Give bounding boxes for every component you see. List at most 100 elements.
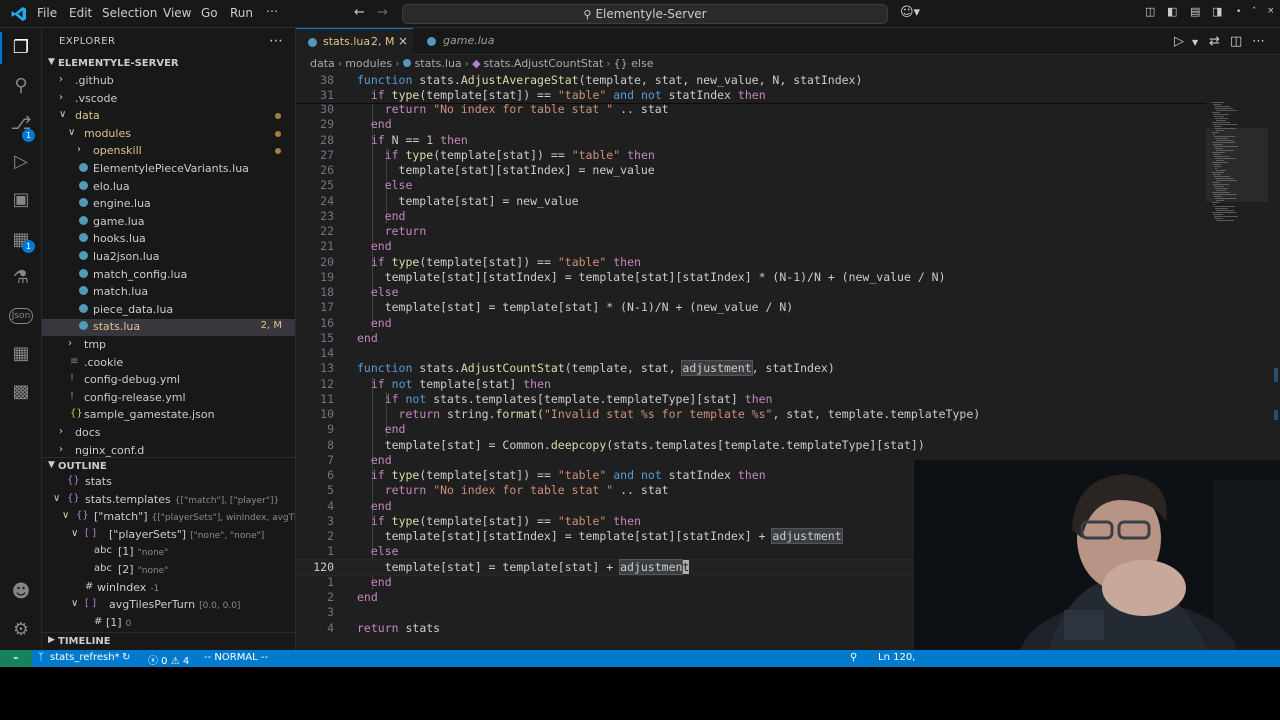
tree-item[interactable]: hooks.lua bbox=[42, 231, 295, 248]
tree-item[interactable]: match_config.lua bbox=[42, 267, 295, 284]
breadcrumb-function[interactable]: stats.AdjustCountStat bbox=[484, 57, 604, 70]
sticky-code-line[interactable]: 38 function stats.AdjustAverageStat(templ… bbox=[296, 73, 1206, 88]
outline-item[interactable]: # winIndex -1 bbox=[42, 580, 295, 597]
code-line[interactable]: 19 template[stat][statIndex] = template[… bbox=[296, 270, 1206, 285]
code-line[interactable]: 15 end bbox=[296, 331, 1206, 346]
code-line[interactable]: 16 end bbox=[296, 316, 1206, 331]
explorer-root-header[interactable]: ▼ ELEMENTYLE-SERVER bbox=[42, 55, 295, 73]
run-debug-icon[interactable]: ▷ bbox=[8, 150, 34, 174]
tree-item[interactable]: ≡ .cookie bbox=[42, 355, 295, 372]
explorer-more-icon[interactable]: ⋯ bbox=[269, 33, 283, 49]
code-line[interactable]: 12 if not template[stat] then bbox=[296, 377, 1206, 392]
sync-icon[interactable]: ↻ bbox=[122, 652, 130, 663]
tree-item[interactable]: lua2json.lua bbox=[42, 249, 295, 266]
code-line[interactable]: 30 return "No index for table stat " .. … bbox=[296, 102, 1206, 117]
menu-more-button[interactable]: ⋯ bbox=[266, 4, 278, 18]
tree-item[interactable]: match.lua bbox=[42, 284, 295, 301]
customize-layout-icon[interactable]: ◫ bbox=[1145, 5, 1155, 18]
code-line[interactable]: 22 return bbox=[296, 224, 1206, 239]
tree-item[interactable]: › .github bbox=[42, 73, 295, 90]
split-editor-icon[interactable]: ◫ bbox=[1230, 34, 1242, 49]
code-line[interactable]: 11 if not stats.templates[template.templ… bbox=[296, 392, 1206, 407]
code-line[interactable]: 23 end bbox=[296, 209, 1206, 224]
code-line[interactable]: 17 template[stat] = template[stat] * (N-… bbox=[296, 300, 1206, 315]
extension-view-icon[interactable]: ▦ bbox=[8, 342, 34, 366]
breadcrumb-modules[interactable]: modules bbox=[345, 57, 392, 70]
close-tab-icon[interactable]: × bbox=[398, 34, 408, 48]
remote-indicator-icon[interactable]: ⌁ bbox=[0, 650, 32, 667]
code-line[interactable]: 20 if type(template[stat]) == "table" th… bbox=[296, 255, 1206, 270]
tab-game-lua[interactable]: game.lua bbox=[413, 28, 503, 55]
menu-run[interactable]: Run bbox=[230, 6, 253, 20]
tree-item[interactable]: stats.lua 2, M bbox=[42, 319, 295, 337]
code-line[interactable]: 8 template[stat] = Common.deepcopy(stats… bbox=[296, 438, 1206, 453]
tree-item[interactable]: game.lua bbox=[42, 214, 295, 231]
code-line[interactable]: 26 template[stat][statIndex] = new_value bbox=[296, 163, 1206, 178]
outline-item[interactable]: ∨ {} stats.templates {["match"], ["player"]… bbox=[42, 492, 295, 509]
account-icon[interactable]: ☻ bbox=[8, 580, 34, 604]
outline-item[interactable]: abc [1] "none" bbox=[42, 544, 295, 561]
nav-back-icon[interactable]: ← bbox=[354, 5, 365, 20]
code-line[interactable]: 14 bbox=[296, 346, 1206, 361]
branch-name[interactable]: stats_refresh* bbox=[50, 652, 120, 663]
breadcrumb-data[interactable]: data bbox=[310, 57, 335, 70]
outline-item[interactable]: {} stats bbox=[42, 474, 295, 491]
problems-indicator[interactable]: ⓧ 0 ⚠ 4 bbox=[148, 652, 189, 667]
code-line[interactable]: 28 if N == 1 then bbox=[296, 133, 1206, 148]
minimap-viewport[interactable] bbox=[1206, 128, 1268, 202]
menu-selection[interactable]: Selection bbox=[102, 6, 157, 20]
json-icon[interactable]: Json bbox=[8, 304, 34, 328]
remote-explorer-icon[interactable]: ▣ bbox=[8, 188, 34, 212]
toggle-panel-icon[interactable]: ▤ bbox=[1190, 5, 1200, 18]
tree-item[interactable]: ! config-release.yml bbox=[42, 390, 295, 407]
code-line[interactable]: 10 return string.format("Invalid stat %s… bbox=[296, 407, 1206, 422]
code-line[interactable]: 29 end bbox=[296, 117, 1206, 132]
code-line[interactable]: 9 end bbox=[296, 422, 1206, 437]
tree-item[interactable]: › .vscode bbox=[42, 91, 295, 108]
outline-item[interactable]: ∨ [ ] ["playerSets"] ["none", "none"] bbox=[42, 527, 295, 544]
code-line[interactable]: 18 else bbox=[296, 285, 1206, 300]
tree-item[interactable]: › docs bbox=[42, 425, 295, 442]
code-line[interactable]: 13 function stats.AdjustCountStat(templat… bbox=[296, 360, 1206, 377]
settings-gear-icon[interactable]: ⚙ bbox=[8, 618, 34, 642]
explorer-icon[interactable]: ❐ bbox=[8, 36, 34, 60]
menu-view[interactable]: View bbox=[163, 6, 191, 20]
toggle-sidebar-icon[interactable]: ◧ bbox=[1167, 5, 1177, 18]
editor-more-icon[interactable]: ⋯ bbox=[1252, 34, 1265, 49]
toggle-secondary-sidebar-icon[interactable]: ◨ bbox=[1212, 5, 1222, 18]
docker-icon[interactable]: ▩ bbox=[8, 380, 34, 404]
close-window-icon[interactable]: × bbox=[1267, 6, 1275, 16]
menu-go[interactable]: Go bbox=[201, 6, 218, 20]
tree-item[interactable]: piece_data.lua bbox=[42, 302, 295, 319]
chevron-down-icon[interactable]: ▼ bbox=[1192, 38, 1198, 47]
tree-item[interactable]: engine.lua bbox=[42, 196, 295, 213]
code-line[interactable]: 25 else bbox=[296, 178, 1206, 193]
breadcrumb-block[interactable]: {} else bbox=[614, 57, 654, 70]
menu-file[interactable]: File bbox=[37, 6, 57, 20]
compare-changes-icon[interactable]: ⇄ bbox=[1209, 34, 1220, 49]
tree-item[interactable]: ElementylePieceVariants.lua bbox=[42, 161, 295, 178]
tree-item[interactable]: › openskill bbox=[42, 143, 295, 160]
code-line[interactable]: 27 if type(template[stat]) == "table" th… bbox=[296, 148, 1206, 163]
tree-item[interactable]: ∨ data bbox=[42, 108, 295, 125]
tree-item[interactable]: elo.lua bbox=[42, 179, 295, 196]
menu-edit[interactable]: Edit bbox=[69, 6, 92, 20]
outline-item[interactable]: abc [2] "none" bbox=[42, 562, 295, 579]
nav-forward-icon[interactable]: → bbox=[377, 5, 388, 20]
search-view-icon[interactable]: ⚲ bbox=[8, 74, 34, 98]
tab-stats-lua[interactable]: stats.lua 2, M × bbox=[296, 28, 413, 55]
copilot-icon[interactable]: ☺▾ bbox=[900, 5, 920, 20]
outline-item[interactable]: ∨ {} ["match"] {["playerSets"], winIndex, a… bbox=[42, 509, 295, 526]
cursor-position[interactable]: Ln 120, bbox=[878, 652, 915, 663]
outline-item[interactable]: # [1] 0 bbox=[42, 615, 295, 632]
sticky-code-line[interactable]: 31 if type(template[stat]) == "table" an… bbox=[296, 88, 1206, 104]
tree-item[interactable]: › tmp bbox=[42, 337, 295, 354]
testing-icon[interactable]: ⚗ bbox=[8, 266, 34, 290]
minimize-icon[interactable]: • bbox=[1236, 7, 1241, 17]
command-center-search[interactable]: ⚲ Elementyle-Server bbox=[402, 4, 888, 24]
timeline-header[interactable]: ▶ TIMELINE bbox=[42, 632, 295, 650]
tree-item[interactable]: ∨ modules bbox=[42, 126, 295, 143]
tree-item[interactable]: {} sample_gamestate.json bbox=[42, 407, 295, 424]
maximize-icon[interactable]: ˆ bbox=[1252, 7, 1257, 17]
run-file-icon[interactable]: ▷ bbox=[1174, 34, 1184, 49]
